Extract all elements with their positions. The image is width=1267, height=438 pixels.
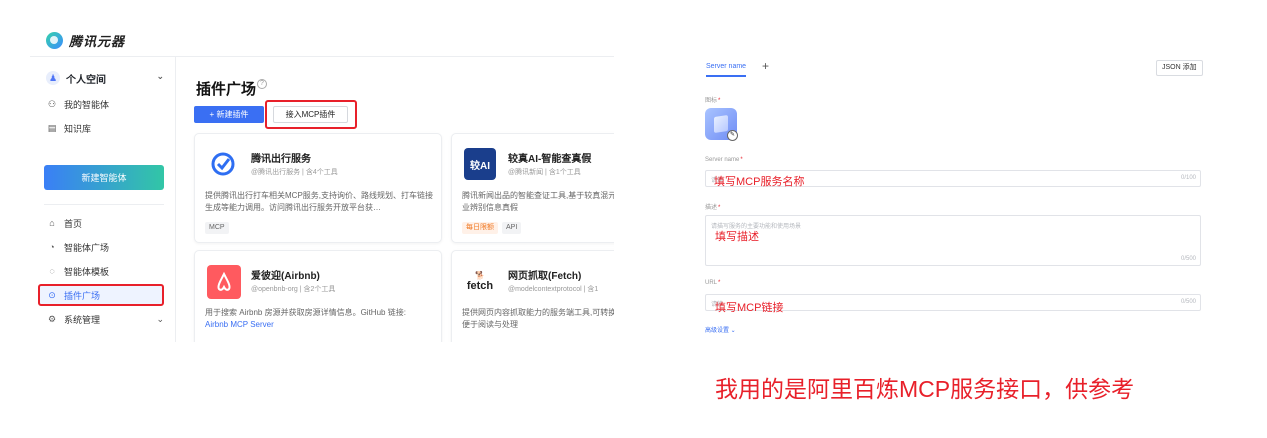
description-label-text: 描述 — [705, 205, 718, 211]
sidebar-item-system-management[interactable]: ⚙ 系统管理 ⌄ — [46, 310, 164, 328]
plugin-card-tencent-travel[interactable]: 腾讯出行服务 @腾讯出行服务 | 含4个工具 提供腾讯出行打车相关MCP服务,支… — [194, 133, 442, 243]
card-meta: @腾讯出行服务 | 含4个工具 — [251, 169, 338, 176]
card-description: 用于搜索 Airbnb 房源并获取房源详情信息。GitHub 链接: Airbn… — [205, 307, 433, 331]
connect-mcp-plugin-button[interactable]: 接入MCP插件 — [273, 106, 348, 123]
book-icon: ▤ — [47, 122, 57, 133]
server-name-counter: 0/100 — [1180, 175, 1196, 181]
plugin-icon: ⊙ — [48, 289, 56, 300]
description-textarea[interactable]: 请描写服务的主要功能和使用场景 0/500 — [705, 215, 1201, 266]
sidebar-item-label: 我的智能体 — [64, 99, 110, 110]
new-plugin-button[interactable]: + 新建插件 — [194, 106, 264, 123]
server-name-annotation: 填写MCP服务名称 — [714, 176, 805, 188]
divider — [44, 204, 164, 205]
robot-icon: ⚇ — [47, 98, 57, 109]
url-label-text: URL — [705, 280, 718, 286]
sidebar: ♟ 个人空间 ⌄ ⚇ 我的智能体 ▤ 知识库 新建智能体 ⌂ 首页 ◔ 智能体广… — [30, 57, 176, 342]
tencent-yuanqi-logo-icon — [46, 32, 63, 49]
tag: MCP — [205, 222, 229, 234]
server-icon-upload[interactable]: ✎ — [705, 108, 738, 141]
advanced-settings-toggle[interactable]: 高级设置 ⌄ — [705, 325, 736, 334]
fact-check-ai-icon: 较AI — [464, 148, 496, 180]
top-bar: 腾讯元器 — [30, 20, 614, 57]
main-content: 插件广场 ? + 新建插件 接入MCP插件 腾讯出行服务 @腾讯出行服务 | 含… — [177, 57, 614, 342]
card-description-text: 用于搜索 Airbnb 房源并获取房源详情信息。GitHub 链接: — [205, 308, 406, 317]
sidebar-item-my-agents[interactable]: ⚇ 我的智能体 — [46, 95, 164, 113]
airbnb-mcp-server-link[interactable]: Airbnb MCP Server — [205, 320, 274, 329]
help-icon[interactable]: ? — [257, 79, 267, 89]
logo[interactable]: 腾讯元器 — [46, 31, 125, 50]
card-meta: @modelcontextprotocol | 含1 — [508, 286, 599, 293]
tab-bar: Server name + JSON 添加 — [700, 50, 1210, 80]
plugin-card-fetch[interactable]: 🐕 fetch 网页抓取(Fetch) @modelcontextprotoco… — [451, 250, 614, 342]
description-label: 描述* — [705, 205, 721, 211]
fetch-icon: 🐕 fetch — [464, 265, 496, 297]
caption-note: 我用的是阿里百炼MCP服务接口，供参考 — [715, 376, 1135, 402]
personal-space-selector[interactable]: ♟ 个人空间 ⌄ — [46, 69, 164, 87]
page-title: 插件广场 — [196, 81, 257, 98]
edit-icon[interactable]: ✎ — [727, 130, 738, 141]
card-name: 腾讯出行服务 — [251, 154, 311, 165]
tab-server-name[interactable]: Server name — [706, 63, 747, 77]
sidebar-item-label: 知识库 — [64, 123, 92, 134]
sidebar-item-label: 首页 — [64, 218, 83, 229]
sidebar-item-label: 智能体广场 — [64, 242, 110, 253]
sidebar-item-agent-template[interactable]: ◌ 智能体模板 — [46, 262, 164, 280]
chevron-down-icon: ⌄ — [156, 71, 164, 81]
json-add-button[interactable]: JSON 添加 — [1156, 60, 1203, 76]
mcp-button-highlight: 接入MCP插件 — [265, 100, 357, 129]
sidebar-item-label: 智能体模板 — [64, 266, 110, 277]
description-counter: 0/500 — [1180, 256, 1196, 262]
home-icon: ⌂ — [49, 218, 55, 228]
template-icon: ◌ — [49, 266, 55, 276]
airbnb-icon — [207, 265, 241, 299]
description-annotation: 填写描述 — [715, 231, 759, 243]
url-label: URL* — [705, 280, 721, 286]
card-description: 提供网页内容抓取能力的服务端工具,可转换为 Markdown 格式,便于阅读与处… — [462, 308, 614, 329]
card-name: 较真AI-智能查真假 — [508, 154, 592, 165]
card-name: 网页抓取(Fetch) — [508, 271, 582, 282]
server-name-label: Server name* — [705, 157, 743, 163]
sidebar-item-agent-square[interactable]: ◔ 智能体广场 — [46, 238, 164, 256]
mcp-server-form: Server name + JSON 添加 图标* ✎ Server name*… — [700, 50, 1210, 340]
sidebar-item-plugin-square[interactable]: ⊙ 插件广场 — [38, 284, 164, 306]
sidebar-item-label: 插件广场 — [64, 290, 101, 301]
tag: API — [502, 222, 522, 234]
sidebar-item-home[interactable]: ⌂ 首页 — [46, 214, 164, 232]
settings-icon: ⚙ — [47, 313, 57, 324]
url-annotation: 填写MCP链接 — [715, 302, 784, 314]
icon-label-text: 图标 — [705, 98, 718, 104]
logo-text: 腾讯元器 — [69, 34, 126, 49]
sidebar-item-label: 系统管理 — [64, 314, 101, 325]
plugin-card-airbnb[interactable]: 爱彼迎(Airbnb) @openbnb-org | 含2个工具 用于搜索 Ai… — [194, 250, 442, 342]
card-meta: @腾讯新闻 | 含1个工具 — [508, 169, 581, 176]
space-label: 个人空间 — [66, 74, 106, 86]
chevron-down-icon: ⌄ — [156, 313, 164, 324]
icon-label: 图标* — [705, 98, 721, 104]
cube-icon — [714, 115, 728, 133]
new-agent-button[interactable]: 新建智能体 — [44, 165, 164, 190]
plugin-card-fact-check[interactable]: 较AI 较真AI-智能查真假 @腾讯新闻 | 含1个工具 腾讯新闻出品的智能查证… — [451, 133, 614, 243]
card-description: 腾讯新闻出品的智能查证工具,基于较真混元大模型能力,实时专业辨别信息真假 — [462, 191, 614, 212]
tencent-travel-icon — [207, 148, 239, 180]
url-counter: 0/500 — [1180, 299, 1196, 305]
card-meta: @openbnb-org | 含2个工具 — [251, 286, 336, 293]
card-name: 爱彼迎(Airbnb) — [251, 271, 320, 282]
tag-daily-limit: 每日限额 — [462, 222, 498, 234]
add-tab-icon[interactable]: + — [762, 59, 769, 73]
plugin-square-app: 腾讯元器 ♟ 个人空间 ⌄ ⚇ 我的智能体 ▤ 知识库 新建智能体 ⌂ 首页 ◔… — [30, 20, 614, 342]
server-name-label-text: Server name — [705, 157, 740, 163]
sidebar-item-knowledge-base[interactable]: ▤ 知识库 — [46, 119, 164, 137]
user-group-icon: ♟ — [46, 71, 60, 85]
card-description: 提供腾讯出行打车相关MCP服务,支持询价、路线规划、打车链接生成等能力调用。访问… — [205, 191, 433, 212]
store-icon: ◔ — [49, 242, 55, 252]
